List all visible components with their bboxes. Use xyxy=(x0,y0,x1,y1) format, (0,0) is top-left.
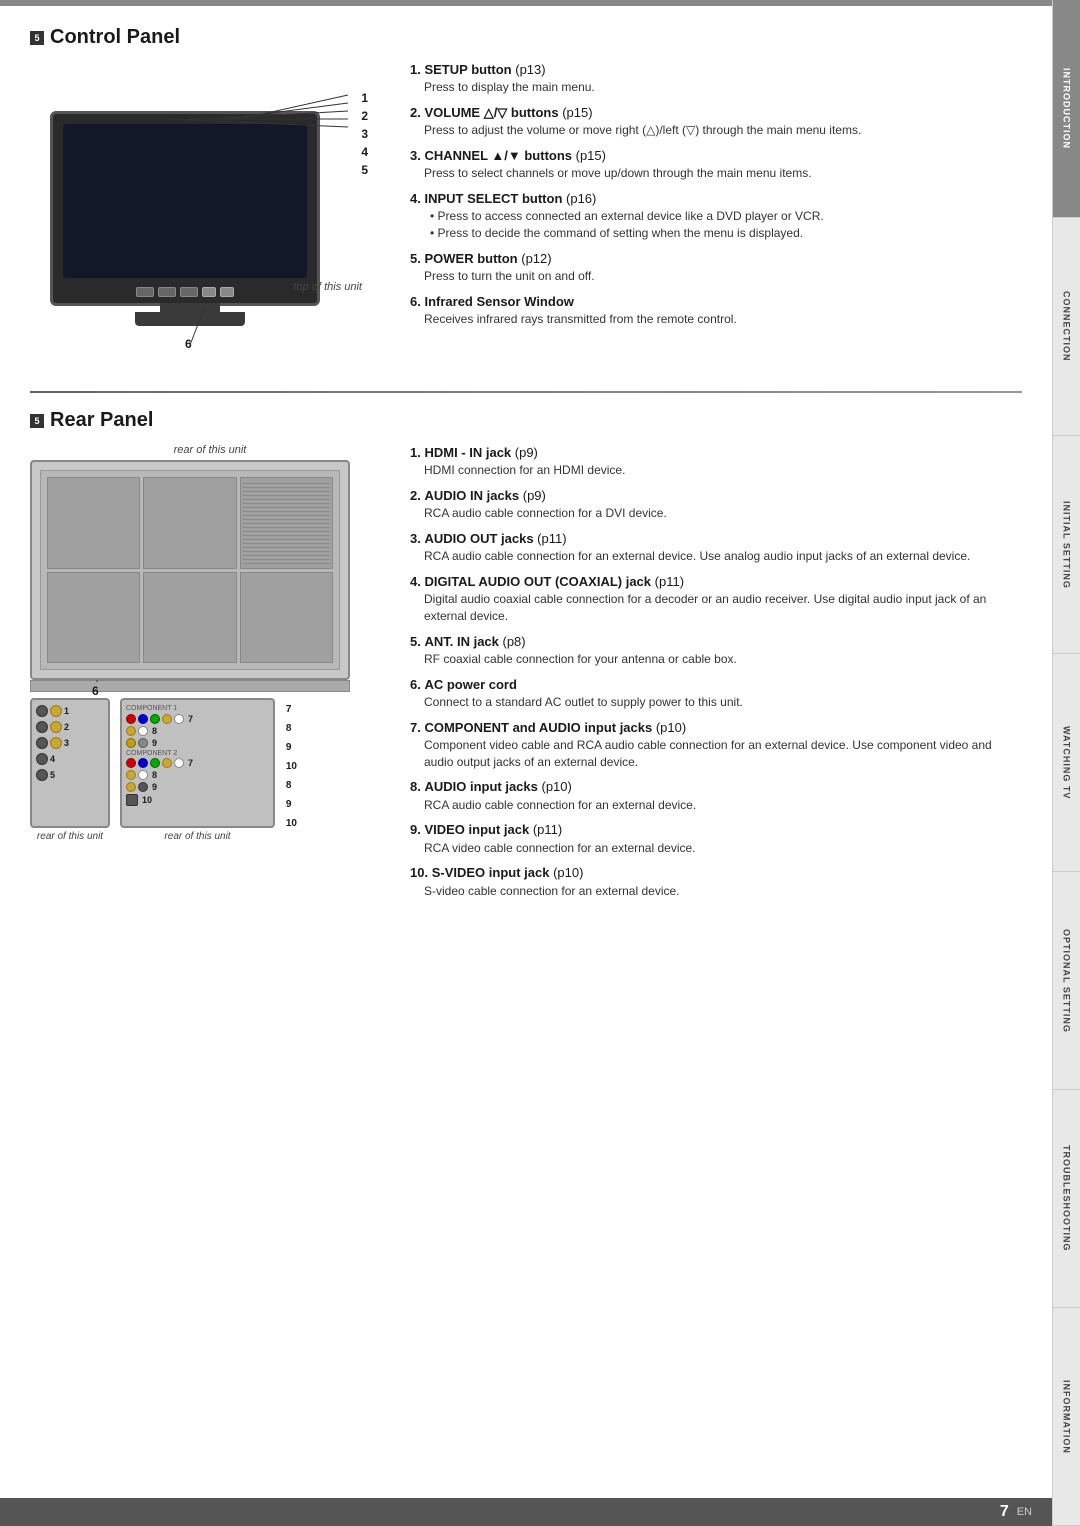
control-item-1: 1. SETUP button (p13) Press to display t… xyxy=(410,61,1022,96)
sidebar-tab-connection[interactable]: CONNECTION xyxy=(1053,218,1080,436)
control-item-4: 4. INPUT SELECT button (p16) Press to ac… xyxy=(410,190,1022,242)
component-jack-panel: COMPONENT 1 7 8 xyxy=(120,698,275,842)
callout-1: 1 xyxy=(361,91,368,105)
control-panel-desc-col: 1. SETUP button (p13) Press to display t… xyxy=(410,61,1022,361)
sidebar-tab-introduction[interactable]: INTRODUCTION xyxy=(1053,0,1080,218)
rear-item-4: 4. DIGITAL AUDIO OUT (COAXIAL) jack (p11… xyxy=(410,573,1022,625)
control-panel-header: 5 Control Panel xyxy=(30,26,1022,49)
rear-panel-header: 5 Rear Panel xyxy=(30,409,1022,432)
top-unit-label: top of this unit xyxy=(294,281,363,293)
rear-item-1: 1. HDMI - IN jack (p9) HDMI connection f… xyxy=(410,444,1022,479)
rear-item-8: 8. AUDIO input jacks (p10) RCA audio cab… xyxy=(410,778,1022,813)
page-lang: EN xyxy=(1017,1506,1032,1518)
callout-3: 3 xyxy=(361,127,368,141)
main-content: 5 Control Panel 1 2 3 4 5 xyxy=(0,6,1052,1526)
page-number: 7 xyxy=(1000,1503,1009,1521)
rear-top-label: rear of this unit xyxy=(30,444,390,456)
control-item-3: 3. CHANNEL ▲/▼ buttons (p15) Press to se… xyxy=(410,147,1022,182)
control-panel-items: 1. SETUP button (p13) Press to display t… xyxy=(410,61,1022,328)
rear-diagram-col: rear of this unit 6 xyxy=(30,444,390,907)
sidebar-tab-initial-setting[interactable]: INITIAL SETTING xyxy=(1053,436,1080,654)
rear-item-6: 6. AC power cord Connect to a standard A… xyxy=(410,676,1022,711)
sidebar-tab-troubleshooting[interactable]: TROUBLESHOOTING xyxy=(1053,1090,1080,1308)
rear-item-7: 7. COMPONENT and AUDIO input jacks (p10)… xyxy=(410,719,1022,771)
side-label-right: rear of this unit xyxy=(120,831,275,842)
callout-2: 2 xyxy=(361,109,368,123)
sidebar-tab-optional-setting[interactable]: OPTIONAL SETTING xyxy=(1053,872,1080,1090)
page-number-bar: 7 EN xyxy=(0,1498,1052,1526)
control-item-2: 2. VOLUME △/▽ buttons (p15) Press to adj… xyxy=(410,104,1022,139)
rear-item-5: 5. ANT. IN jack (p8) RF coaxial cable co… xyxy=(410,633,1022,668)
control-panel-diagram-col: 1 2 3 4 5 xyxy=(30,61,390,361)
callout-6-label: 6 xyxy=(185,337,192,351)
control-panel-title: Control Panel xyxy=(50,26,180,49)
rear-item-3: 3. AUDIO OUT jacks (p11) RCA audio cable… xyxy=(410,530,1022,565)
rear-panel-body: rear of this unit 6 xyxy=(30,444,1022,907)
rear-desc-col: 1. HDMI - IN jack (p9) HDMI connection f… xyxy=(410,444,1022,907)
rear-item-10: 10. S-VIDEO input jack (p10) S-video cab… xyxy=(410,864,1022,899)
rear-callout-6: 6 xyxy=(92,684,99,698)
section-marker-control: 5 xyxy=(30,31,44,45)
rear-panel-title: Rear Panel xyxy=(50,409,153,432)
rear-item-9: 9. VIDEO input jack (p11) RCA video cabl… xyxy=(410,821,1022,856)
callout-4: 4 xyxy=(361,145,368,159)
control-item-5: 5. POWER button (p12) Press to turn the … xyxy=(410,250,1022,285)
rear-item-2: 2. AUDIO IN jacks (p9) RCA audio cable c… xyxy=(410,487,1022,522)
rear-panel-items: 1. HDMI - IN jack (p9) HDMI connection f… xyxy=(410,444,1022,899)
side-label-left: rear of this unit xyxy=(30,831,110,842)
sidebar-tabs: INTRODUCTION CONNECTION INITIAL SETTING … xyxy=(1052,0,1080,1526)
side-jack-panel: 1 2 3 xyxy=(30,698,110,842)
sidebar-tab-information[interactable]: INFORMATION xyxy=(1053,1308,1080,1526)
section-marker-rear: 5 xyxy=(30,414,44,428)
section-divider xyxy=(30,391,1022,393)
control-item-6: 6. Infrared Sensor Window Receives infra… xyxy=(410,293,1022,328)
control-panel-body: 1 2 3 4 5 xyxy=(30,61,1022,361)
sidebar-tab-watching-tv[interactable]: WATCHING TV xyxy=(1053,654,1080,872)
callout-5: 5 xyxy=(361,163,368,177)
